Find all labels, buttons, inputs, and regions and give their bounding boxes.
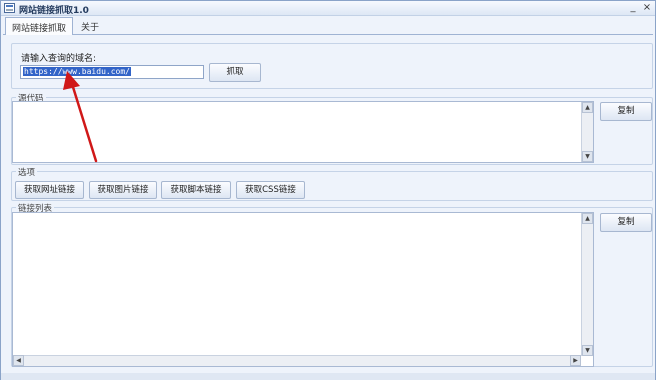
get-css-links-button[interactable]: 获取CSS链接 [236,181,305,199]
scroll-up-icon[interactable]: ▲ [582,213,593,224]
fetch-button[interactable]: 抓取 [209,63,261,82]
scroll-up-icon[interactable]: ▲ [582,102,593,113]
tab-link-grabber[interactable]: 网站链接抓取 [5,17,74,35]
tab-divider [3,34,653,35]
copy-links-button[interactable]: 复制 [600,213,652,232]
window-title: 网站链接抓取1.0 [19,6,89,16]
url-prompt-label: 请输入查询的域名: [21,54,97,64]
links-vertical-scrollbar[interactable]: ▲ ▼ [581,213,593,356]
source-vertical-scrollbar[interactable]: ▲ ▼ [581,102,593,162]
get-script-links-button[interactable]: 获取脚本链接 [161,181,231,199]
app-window: 网站链接抓取1.0 _ × 网站链接抓取 关于 请输入查询的域名: https:… [0,0,656,380]
app-icon [4,3,15,13]
tab-strip: 网站链接抓取 关于 [3,17,653,35]
copy-source-button[interactable]: 复制 [600,102,652,121]
options-legend: 选项 [16,166,38,178]
minimize-button[interactable]: _ [627,2,639,14]
status-bar [1,373,655,380]
close-button[interactable]: × [641,2,653,14]
get-url-links-button[interactable]: 获取网址链接 [15,181,84,199]
source-code-textarea[interactable]: ▲ ▼ [12,101,594,163]
get-image-links-button[interactable]: 获取图片链接 [89,181,157,199]
scroll-down-icon[interactable]: ▼ [582,345,593,356]
domain-input-value: https://www.baidu.com/ [23,67,131,76]
links-list-textarea[interactable]: ▲ ▼ ◀ ▶ [12,212,594,367]
domain-input[interactable]: https://www.baidu.com/ [20,65,204,79]
title-bar: 网站链接抓取1.0 _ × [1,1,655,16]
scroll-left-icon[interactable]: ◀ [13,355,24,366]
scroll-down-icon[interactable]: ▼ [582,151,593,162]
links-horizontal-scrollbar[interactable]: ◀ ▶ [13,355,581,366]
tab-about[interactable]: 关于 [75,17,105,34]
scroll-right-icon[interactable]: ▶ [570,355,581,366]
